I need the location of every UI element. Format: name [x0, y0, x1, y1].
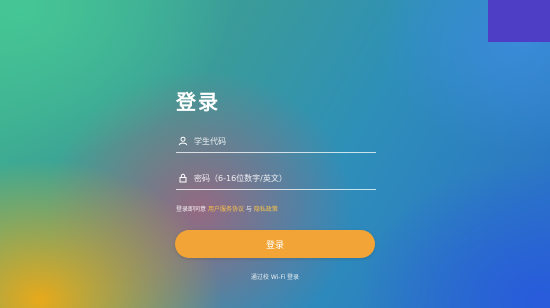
- password-input[interactable]: [194, 173, 376, 183]
- terms-link[interactable]: 用户服务协议: [208, 206, 244, 213]
- password-field[interactable]: [176, 167, 376, 190]
- wifi-login-link[interactable]: 通过校 Wi-Fi 登录: [175, 272, 375, 281]
- privacy-link[interactable]: 隐私政策: [254, 206, 278, 213]
- user-icon: [178, 136, 188, 146]
- agreement-text: 登录即同意 用户服务协议 与 隐私政策: [176, 204, 416, 213]
- agreement-prefix: 登录即同意: [176, 206, 207, 213]
- login-button[interactable]: 登录: [175, 230, 375, 258]
- username-field[interactable]: [176, 130, 376, 153]
- lock-icon: [178, 173, 188, 183]
- agreement-conjunction: 与: [245, 206, 252, 213]
- username-input[interactable]: [194, 136, 376, 146]
- page-title: 登录: [176, 90, 220, 114]
- corner-decoration: [488, 0, 550, 42]
